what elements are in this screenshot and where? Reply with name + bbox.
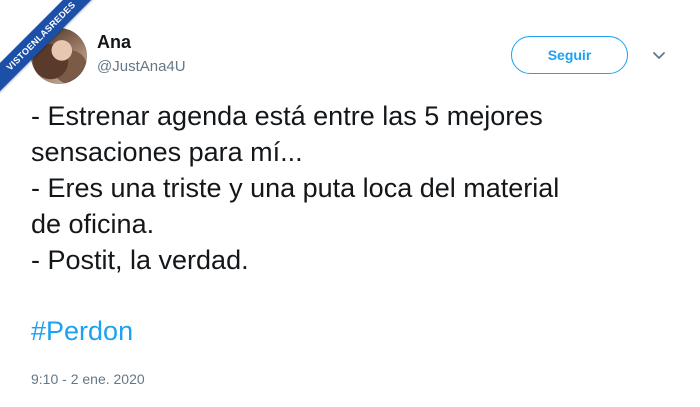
- hashtag-link[interactable]: #Perdon: [31, 313, 133, 349]
- tweet-text-line: de oficina.: [31, 209, 155, 239]
- user-handle[interactable]: @JustAna4U: [97, 58, 186, 76]
- tweet-timestamp[interactable]: 9:10 - 2 ene. 2020: [31, 370, 145, 388]
- watermark-ribbon: VISTOENLASREDES: [0, 0, 110, 110]
- follow-button[interactable]: Seguir: [511, 36, 628, 74]
- tweet-text-line: - Postit, la verdad.: [31, 245, 249, 275]
- tweet-text-line: - Eres una triste y una puta loca del ma…: [31, 173, 560, 203]
- tweet-text-line: - Estrenar agenda está entre las 5 mejor…: [31, 101, 543, 131]
- chevron-down-icon[interactable]: [651, 47, 667, 63]
- tweet-card: Ana @JustAna4U Seguir - Estrenar agenda …: [0, 0, 700, 407]
- watermark-text: VISTOENLASREDES: [0, 0, 102, 97]
- tweet-text-line: sensaciones para mí...: [31, 137, 303, 167]
- tweet-text: - Estrenar agenda está entre las 5 mejor…: [31, 98, 681, 278]
